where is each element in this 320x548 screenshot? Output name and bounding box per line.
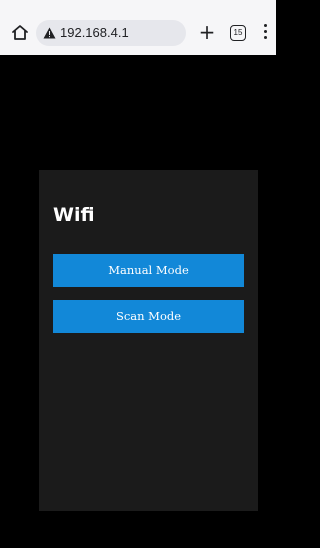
tab-switcher-button[interactable]: 15 (230, 25, 246, 41)
not-secure-warning-icon[interactable] (43, 27, 56, 39)
home-icon[interactable] (10, 23, 30, 43)
new-tab-button[interactable]: + (197, 22, 217, 42)
panel-title: Wifi (53, 204, 95, 226)
scan-mode-button[interactable]: Scan Mode (53, 300, 244, 333)
page-content: Wifi Manual Mode Scan Mode (0, 55, 276, 548)
manual-mode-button[interactable]: Manual Mode (53, 254, 244, 287)
wifi-panel: Wifi Manual Mode Scan Mode (39, 170, 258, 511)
address-bar[interactable]: 192.168.4.1 (36, 20, 186, 46)
browser-toolbar: 192.168.4.1 + 15 (0, 0, 276, 55)
more-vert-icon[interactable] (262, 24, 268, 42)
url-text: 192.168.4.1 (60, 25, 129, 40)
